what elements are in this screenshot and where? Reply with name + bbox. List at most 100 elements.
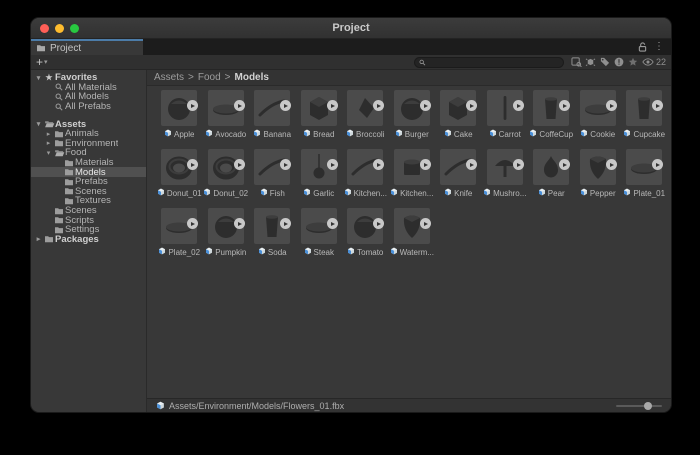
- sidebar-tree-row[interactable]: ▸ Environment: [31, 139, 146, 149]
- asset-thumbnail[interactable]: [301, 90, 337, 126]
- disclosure-arrow[interactable]: ▸: [34, 235, 43, 243]
- asset-thumbnail[interactable]: [208, 149, 244, 185]
- asset-item[interactable]: Tomato: [342, 208, 389, 257]
- play-button[interactable]: [606, 100, 617, 111]
- asset-item[interactable]: Fish: [249, 149, 296, 198]
- asset-item[interactable]: Avocado: [203, 90, 250, 139]
- asset-thumbnail[interactable]: [347, 208, 383, 244]
- search-field[interactable]: [414, 57, 564, 68]
- asset-thumbnail[interactable]: [347, 90, 383, 126]
- kebab-menu-icon[interactable]: ⋮: [654, 42, 664, 52]
- asset-item[interactable]: Donut_02: [203, 149, 250, 198]
- play-button[interactable]: [327, 100, 338, 111]
- asset-thumbnail[interactable]: [161, 90, 197, 126]
- asset-item[interactable]: Burger: [389, 90, 436, 139]
- play-button[interactable]: [420, 218, 431, 229]
- asset-thumbnail[interactable]: [580, 149, 616, 185]
- disclosure-arrow[interactable]: ▾: [34, 74, 43, 82]
- info-icon[interactable]: [612, 56, 626, 68]
- asset-item[interactable]: Garlic: [296, 149, 343, 198]
- asset-thumbnail[interactable]: [533, 149, 569, 185]
- asset-thumbnail[interactable]: [394, 90, 430, 126]
- asset-thumbnail[interactable]: [580, 90, 616, 126]
- asset-item[interactable]: Broccoli: [342, 90, 389, 139]
- asset-thumbnail[interactable]: [161, 149, 197, 185]
- asset-item[interactable]: Knife: [435, 149, 482, 198]
- asset-item[interactable]: Kitchen...: [389, 149, 436, 198]
- play-button[interactable]: [606, 159, 617, 170]
- model-asset-icon: [346, 129, 354, 139]
- asset-thumbnail[interactable]: [254, 90, 290, 126]
- play-button[interactable]: [234, 100, 245, 111]
- disclosure-arrow[interactable]: ▸: [44, 139, 53, 147]
- asset-thumbnail[interactable]: [301, 149, 337, 185]
- asset-thumbnail[interactable]: [254, 149, 290, 185]
- asset-item[interactable]: Cookie: [575, 90, 622, 139]
- asset-item[interactable]: Donut_01: [156, 149, 203, 198]
- sidebar-tree-row[interactable]: ▸ Packages: [31, 235, 146, 245]
- disclosure-arrow[interactable]: ▾: [34, 120, 43, 128]
- asset-thumbnail[interactable]: [440, 90, 476, 126]
- play-button[interactable]: [327, 218, 338, 229]
- play-button[interactable]: [513, 100, 524, 111]
- zoom-slider[interactable]: [616, 405, 662, 407]
- play-button[interactable]: [420, 159, 431, 170]
- asset-item[interactable]: Plate_01: [621, 149, 668, 198]
- asset-item[interactable]: Banana: [249, 90, 296, 139]
- asset-thumbnail[interactable]: [208, 208, 244, 244]
- asset-thumbnail[interactable]: [487, 149, 523, 185]
- asset-item[interactable]: Mushro...: [482, 149, 529, 198]
- play-button[interactable]: [513, 159, 524, 170]
- play-button[interactable]: [234, 159, 245, 170]
- asset-item[interactable]: Apple: [156, 90, 203, 139]
- tab-project[interactable]: Project: [31, 39, 143, 55]
- asset-item[interactable]: Cake: [435, 90, 482, 139]
- asset-item[interactable]: Bread: [296, 90, 343, 139]
- lock-icon[interactable]: [638, 42, 647, 52]
- titlebar[interactable]: Project: [31, 18, 671, 39]
- asset-thumbnail[interactable]: [533, 90, 569, 126]
- asset-item[interactable]: Kitchen...: [342, 149, 389, 198]
- asset-item[interactable]: Soda: [249, 208, 296, 257]
- tab-bar: Project ⋮: [31, 39, 671, 55]
- asset-item[interactable]: Plate_02: [156, 208, 203, 257]
- breadcrumb-assets[interactable]: Assets: [154, 72, 184, 83]
- asset-item[interactable]: Cupcake: [621, 90, 668, 139]
- play-button[interactable]: [234, 218, 245, 229]
- package-icon[interactable]: [584, 56, 598, 68]
- asset-item[interactable]: Carrot: [482, 90, 529, 139]
- disclosure-arrow[interactable]: ▾: [44, 149, 53, 157]
- asset-item[interactable]: Waterm...: [389, 208, 436, 257]
- breadcrumb-models[interactable]: Models: [235, 72, 269, 83]
- asset-thumbnail[interactable]: [626, 90, 662, 126]
- asset-item[interactable]: Pear: [528, 149, 575, 198]
- add-asset-button[interactable]: + ▾: [36, 56, 48, 68]
- asset-thumbnail[interactable]: [487, 90, 523, 126]
- breadcrumb-food[interactable]: Food: [198, 72, 221, 83]
- asset-thumbnail[interactable]: [208, 90, 244, 126]
- search-input[interactable]: [426, 58, 559, 67]
- asset-thumbnail[interactable]: [626, 149, 662, 185]
- asset-item[interactable]: Pumpkin: [203, 208, 250, 257]
- sidebar-tree-row[interactable]: All Prefabs: [31, 102, 146, 112]
- label-icon[interactable]: [598, 56, 612, 68]
- zoom-slider-handle[interactable]: [644, 402, 652, 410]
- play-button[interactable]: [327, 159, 338, 170]
- asset-name: Garlic: [313, 189, 334, 198]
- asset-thumbnail[interactable]: [301, 208, 337, 244]
- asset-thumbnail[interactable]: [347, 149, 383, 185]
- asset-thumbnail[interactable]: [161, 208, 197, 244]
- disclosure-arrow[interactable]: ▸: [44, 130, 53, 138]
- asset-item[interactable]: Pepper: [575, 149, 622, 198]
- favorite-search-icon[interactable]: [626, 56, 640, 68]
- asset-thumbnail[interactable]: [440, 149, 476, 185]
- asset-thumbnail[interactable]: [394, 149, 430, 185]
- hidden-packages-toggle[interactable]: 22: [642, 57, 666, 67]
- asset-item[interactable]: Steak: [296, 208, 343, 257]
- search-in-type-icon[interactable]: [570, 56, 584, 68]
- play-button[interactable]: [420, 100, 431, 111]
- asset-name: Carrot: [499, 130, 521, 139]
- asset-thumbnail[interactable]: [394, 208, 430, 244]
- asset-thumbnail[interactable]: [254, 208, 290, 244]
- asset-item[interactable]: CoffeCup: [528, 90, 575, 139]
